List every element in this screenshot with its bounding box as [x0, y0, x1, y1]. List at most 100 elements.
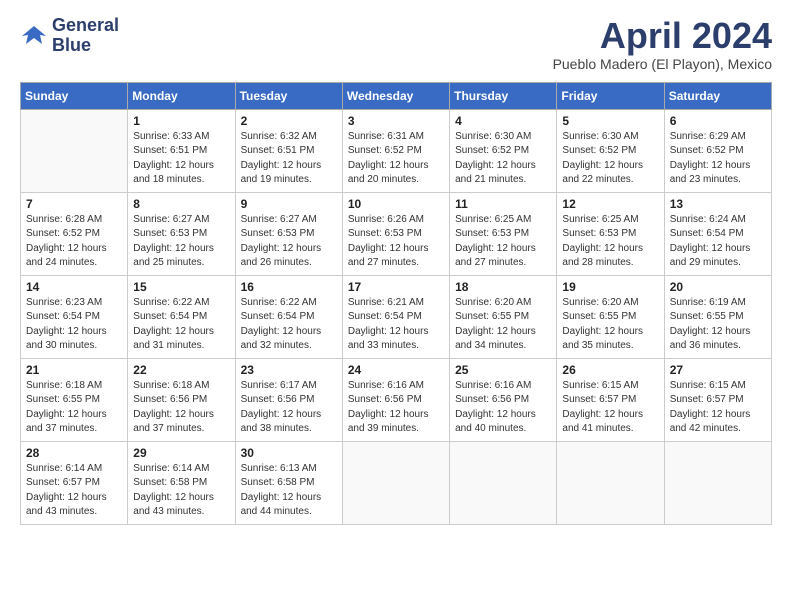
day-number: 13: [670, 197, 766, 211]
day-header-monday: Monday: [128, 82, 235, 109]
day-info: Sunrise: 6:20 AMSunset: 6:55 PMDaylight:…: [455, 296, 551, 354]
calendar-cell: 5 Sunrise: 6:30 AMSunset: 6:52 PMDaylight…: [557, 109, 664, 192]
day-header-thursday: Thursday: [450, 82, 557, 109]
day-number: 8: [133, 197, 229, 211]
day-number: 28: [26, 446, 122, 460]
calendar-cell: 17Sunrise: 6:21 AMSunset: 6:54 PMDayligh…: [342, 275, 449, 358]
day-number: 20: [670, 280, 766, 294]
day-info: Sunrise: 6:18 AMSunset: 6:55 PMDaylight:…: [26, 379, 122, 437]
calendar-cell: [664, 441, 771, 524]
calendar-table: SundayMondayTuesdayWednesdayThursdayFrid…: [20, 82, 772, 525]
day-info: Sunrise: 6:16 AMSunset: 6:56 PMDaylight:…: [348, 379, 444, 437]
calendar-cell: 10 Sunrise: 6:26 AMSunset: 6:53 PMDayligh…: [342, 192, 449, 275]
day-number: 22: [133, 363, 229, 377]
day-number: 15: [133, 280, 229, 294]
day-info: Sunrise: 6:14 AMSunset: 6:58 PMDaylight:…: [133, 462, 229, 520]
calendar-cell: 29 Sunrise: 6:14 AMSunset: 6:58 PMDayligh…: [128, 441, 235, 524]
day-header-tuesday: Tuesday: [235, 82, 342, 109]
day-info: Sunrise: 6:17 AMSunset: 6:56 PMDaylight:…: [241, 379, 337, 437]
day-number: 7: [26, 197, 122, 211]
calendar-cell: 28 Sunrise: 6:14 AMSunset: 6:57 PMDayligh…: [21, 441, 128, 524]
calendar-week-5: 28 Sunrise: 6:14 AMSunset: 6:57 PMDayligh…: [21, 441, 772, 524]
day-header-saturday: Saturday: [664, 82, 771, 109]
calendar-cell: 25 Sunrise: 6:16 AMSunset: 6:56 PMDayligh…: [450, 358, 557, 441]
logo-text: General Blue: [52, 16, 119, 56]
calendar-cell: 16 Sunrise: 6:22 AMSunset: 6:54 PMDayligh…: [235, 275, 342, 358]
day-number: 5: [562, 114, 658, 128]
logo-icon: [20, 22, 48, 50]
day-number: 24: [348, 363, 444, 377]
calendar-cell: 11 Sunrise: 6:25 AMSunset: 6:53 PMDayligh…: [450, 192, 557, 275]
day-number: 21: [26, 363, 122, 377]
day-info: Sunrise: 6:25 AMSunset: 6:53 PMDaylight:…: [455, 213, 551, 271]
day-number: 19: [562, 280, 658, 294]
day-info: Sunrise: 6:26 AMSunset: 6:53 PMDaylight:…: [348, 213, 444, 271]
day-number: 27: [670, 363, 766, 377]
calendar-cell: 6 Sunrise: 6:29 AMSunset: 6:52 PMDaylight…: [664, 109, 771, 192]
day-info: Sunrise: 6:19 AMSunset: 6:55 PMDaylight:…: [670, 296, 766, 354]
title-block: April 2024 Pueblo Madero (El Playon), Me…: [553, 16, 772, 72]
day-info: Sunrise: 6:30 AMSunset: 6:52 PMDaylight:…: [455, 130, 551, 188]
calendar-cell: 20 Sunrise: 6:19 AMSunset: 6:55 PMDayligh…: [664, 275, 771, 358]
day-number: 18: [455, 280, 551, 294]
day-info: Sunrise: 6:27 AMSunset: 6:53 PMDaylight:…: [133, 213, 229, 271]
day-number: 4: [455, 114, 551, 128]
calendar-cell: 8 Sunrise: 6:27 AMSunset: 6:53 PMDaylight…: [128, 192, 235, 275]
calendar-cell: 4 Sunrise: 6:30 AMSunset: 6:52 PMDaylight…: [450, 109, 557, 192]
day-number: 11: [455, 197, 551, 211]
day-info: Sunrise: 6:32 AMSunset: 6:51 PMDaylight:…: [241, 130, 337, 188]
day-number: 25: [455, 363, 551, 377]
day-number: 23: [241, 363, 337, 377]
month-title: April 2024: [553, 16, 772, 56]
calendar-week-2: 7 Sunrise: 6:28 AMSunset: 6:52 PMDaylight…: [21, 192, 772, 275]
day-info: Sunrise: 6:14 AMSunset: 6:57 PMDaylight:…: [26, 462, 122, 520]
calendar-cell: 24 Sunrise: 6:16 AMSunset: 6:56 PMDayligh…: [342, 358, 449, 441]
day-header-wednesday: Wednesday: [342, 82, 449, 109]
calendar-week-1: 1 Sunrise: 6:33 AMSunset: 6:51 PMDaylight…: [21, 109, 772, 192]
calendar-week-4: 21 Sunrise: 6:18 AMSunset: 6:55 PMDayligh…: [21, 358, 772, 441]
day-info: Sunrise: 6:33 AMSunset: 6:51 PMDaylight:…: [133, 130, 229, 188]
day-number: 14: [26, 280, 122, 294]
calendar-cell: 21 Sunrise: 6:18 AMSunset: 6:55 PMDayligh…: [21, 358, 128, 441]
day-info: Sunrise: 6:22 AMSunset: 6:54 PMDaylight:…: [241, 296, 337, 354]
calendar-cell: [342, 441, 449, 524]
day-info: Sunrise: 6:15 AMSunset: 6:57 PMDaylight:…: [562, 379, 658, 437]
day-info: Sunrise: 6:22 AMSunset: 6:54 PMDaylight:…: [133, 296, 229, 354]
day-number: 26: [562, 363, 658, 377]
day-info: Sunrise: 6:23 AMSunset: 6:54 PMDaylight:…: [26, 296, 122, 354]
calendar-cell: 2 Sunrise: 6:32 AMSunset: 6:51 PMDaylight…: [235, 109, 342, 192]
calendar-cell: 7 Sunrise: 6:28 AMSunset: 6:52 PMDaylight…: [21, 192, 128, 275]
day-info: Sunrise: 6:25 AMSunset: 6:53 PMDaylight:…: [562, 213, 658, 271]
calendar-cell: [450, 441, 557, 524]
header: General Blue April 2024 Pueblo Madero (E…: [20, 16, 772, 72]
day-info: Sunrise: 6:28 AMSunset: 6:52 PMDaylight:…: [26, 213, 122, 271]
calendar-week-3: 14 Sunrise: 6:23 AMSunset: 6:54 PMDayligh…: [21, 275, 772, 358]
day-info: Sunrise: 6:13 AMSunset: 6:58 PMDaylight:…: [241, 462, 337, 520]
calendar-cell: 22 Sunrise: 6:18 AMSunset: 6:56 PMDayligh…: [128, 358, 235, 441]
calendar-cell: 9 Sunrise: 6:27 AMSunset: 6:53 PMDaylight…: [235, 192, 342, 275]
day-info: Sunrise: 6:15 AMSunset: 6:57 PMDaylight:…: [670, 379, 766, 437]
day-number: 6: [670, 114, 766, 128]
day-info: Sunrise: 6:16 AMSunset: 6:56 PMDaylight:…: [455, 379, 551, 437]
day-info: Sunrise: 6:21 AMSunset: 6:54 PMDaylight:…: [348, 296, 444, 354]
day-number: 29: [133, 446, 229, 460]
day-info: Sunrise: 6:24 AMSunset: 6:54 PMDaylight:…: [670, 213, 766, 271]
day-header-sunday: Sunday: [21, 82, 128, 109]
calendar-cell: 13 Sunrise: 6:24 AMSunset: 6:54 PMDayligh…: [664, 192, 771, 275]
day-number: 1: [133, 114, 229, 128]
calendar-cell: 30Sunrise: 6:13 AMSunset: 6:58 PMDayligh…: [235, 441, 342, 524]
calendar-cell: 15 Sunrise: 6:22 AMSunset: 6:54 PMDayligh…: [128, 275, 235, 358]
day-number: 10: [348, 197, 444, 211]
calendar-cell: 18 Sunrise: 6:20 AMSunset: 6:55 PMDayligh…: [450, 275, 557, 358]
day-number: 9: [241, 197, 337, 211]
calendar-cell: 14 Sunrise: 6:23 AMSunset: 6:54 PMDayligh…: [21, 275, 128, 358]
page: General Blue April 2024 Pueblo Madero (E…: [0, 0, 792, 612]
day-info: Sunrise: 6:30 AMSunset: 6:52 PMDaylight:…: [562, 130, 658, 188]
day-info: Sunrise: 6:18 AMSunset: 6:56 PMDaylight:…: [133, 379, 229, 437]
day-info: Sunrise: 6:27 AMSunset: 6:53 PMDaylight:…: [241, 213, 337, 271]
day-number: 2: [241, 114, 337, 128]
location-subtitle: Pueblo Madero (El Playon), Mexico: [553, 56, 772, 72]
day-number: 16: [241, 280, 337, 294]
calendar-cell: 26 Sunrise: 6:15 AMSunset: 6:57 PMDayligh…: [557, 358, 664, 441]
day-info: Sunrise: 6:29 AMSunset: 6:52 PMDaylight:…: [670, 130, 766, 188]
